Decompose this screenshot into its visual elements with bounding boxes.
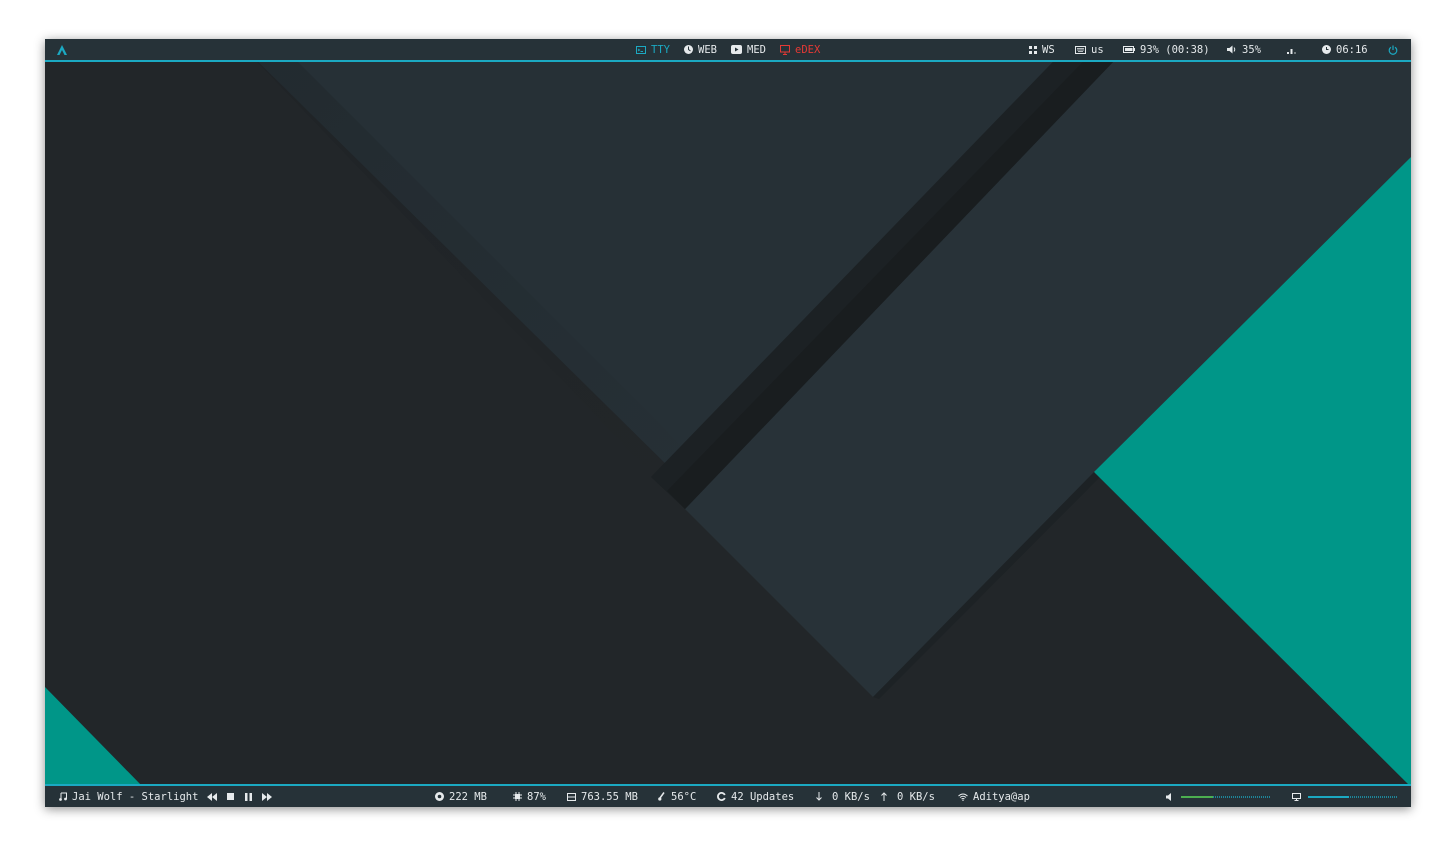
- power-button[interactable]: [1388, 39, 1398, 60]
- stop-button[interactable]: [227, 786, 234, 807]
- temperature-status[interactable]: 56°C: [658, 786, 696, 807]
- network-label: Aditya@ap: [973, 790, 1030, 803]
- launcher-button[interactable]: [57, 39, 67, 60]
- wifi-icon: [958, 793, 968, 801]
- bottom-panel: Jai Wolf - Starlight 222 MB 87% 763.55 M…: [45, 784, 1411, 807]
- fast-forward-icon: [262, 792, 272, 801]
- ws-indicator[interactable]: WS: [1029, 39, 1055, 60]
- wallpaper: [45, 39, 1411, 807]
- workspace-label: eDEX: [795, 43, 821, 56]
- disk-icon: [567, 792, 576, 801]
- media-icon: [731, 45, 742, 54]
- workspace-edex[interactable]: eDEX: [780, 39, 820, 60]
- web-icon: [684, 45, 693, 54]
- upload-label: 0 KB/s: [897, 790, 935, 803]
- filesystem-label: 763.55 MB: [581, 790, 638, 803]
- battery-icon: [1123, 46, 1135, 53]
- signal-icon: [1287, 46, 1296, 54]
- upload-speed[interactable]: 0 KB/s: [881, 786, 935, 807]
- volume-slider[interactable]: [1181, 795, 1271, 798]
- top-panel: TTY WEB MED eDEX WS us 93% (00:38) 35% 0…: [45, 39, 1411, 62]
- temperature-label: 56°C: [671, 790, 697, 803]
- battery-status[interactable]: 93% (00:38): [1123, 39, 1210, 60]
- terminal-icon: [636, 45, 646, 54]
- volume-control[interactable]: [1166, 786, 1271, 807]
- memory-icon: [435, 792, 444, 801]
- arrow-down-icon: [816, 792, 822, 801]
- workspace-label: WEB: [698, 43, 717, 56]
- arrow-up-icon: [881, 792, 887, 801]
- workspace-label: TTY: [651, 43, 670, 56]
- ws-label: WS: [1042, 43, 1055, 56]
- cpu-label: 87%: [527, 790, 546, 803]
- cpu-status[interactable]: 87%: [513, 786, 546, 807]
- arch-logo-icon: [57, 44, 67, 55]
- grid-icon: [1029, 45, 1037, 54]
- pause-button[interactable]: [245, 786, 252, 807]
- battery-label: 93% (00:38): [1140, 43, 1210, 56]
- brightness-control[interactable]: [1292, 786, 1398, 807]
- previous-button[interactable]: [207, 786, 217, 807]
- keyboard-icon: [1075, 45, 1086, 54]
- rewind-icon: [207, 792, 217, 801]
- power-icon: [1388, 45, 1398, 55]
- workspace-web[interactable]: WEB: [684, 39, 717, 60]
- music-player[interactable]: Jai Wolf - Starlight: [59, 786, 198, 807]
- network-signal[interactable]: [1287, 39, 1296, 60]
- clock-label: 06:16: [1336, 43, 1368, 56]
- clock[interactable]: 06:16: [1322, 39, 1368, 60]
- volume-fill: [1181, 795, 1213, 798]
- keyboard-layout[interactable]: us: [1075, 39, 1104, 60]
- workspace-tty[interactable]: TTY: [636, 39, 670, 60]
- speaker-icon: [1227, 45, 1237, 54]
- next-button[interactable]: [262, 786, 272, 807]
- speaker-icon: [1166, 792, 1173, 801]
- workspace-med[interactable]: MED: [731, 39, 766, 60]
- brightness-fill: [1308, 795, 1349, 798]
- download-speed[interactable]: 0 KB/s: [816, 786, 870, 807]
- display-icon: [1292, 792, 1301, 801]
- workspace-label: MED: [747, 43, 766, 56]
- clock-icon: [1322, 45, 1331, 54]
- wifi-status[interactable]: Aditya@ap: [958, 786, 1030, 807]
- download-label: 0 KB/s: [832, 790, 870, 803]
- track-title: Jai Wolf - Starlight: [72, 790, 199, 803]
- music-note-icon: [59, 792, 67, 801]
- desktop: TTY WEB MED eDEX WS us 93% (00:38) 35% 0…: [45, 39, 1411, 807]
- updates-label: 42 Updates: [731, 790, 795, 803]
- volume-status[interactable]: 35%: [1227, 39, 1261, 60]
- stop-icon: [227, 793, 234, 800]
- volume-label: 35%: [1242, 43, 1261, 56]
- memory-status[interactable]: 222 MB: [435, 786, 487, 807]
- filesystem-status[interactable]: 763.55 MB: [567, 786, 638, 807]
- updates-status[interactable]: 42 Updates: [717, 786, 794, 807]
- memory-label: 222 MB: [449, 790, 487, 803]
- keyboard-label: us: [1091, 43, 1104, 56]
- pause-icon: [245, 792, 252, 801]
- refresh-icon: [717, 792, 726, 801]
- cpu-icon: [513, 792, 522, 801]
- monitor-icon: [780, 44, 790, 55]
- thermometer-icon: [658, 792, 666, 801]
- brightness-slider[interactable]: [1308, 795, 1398, 798]
